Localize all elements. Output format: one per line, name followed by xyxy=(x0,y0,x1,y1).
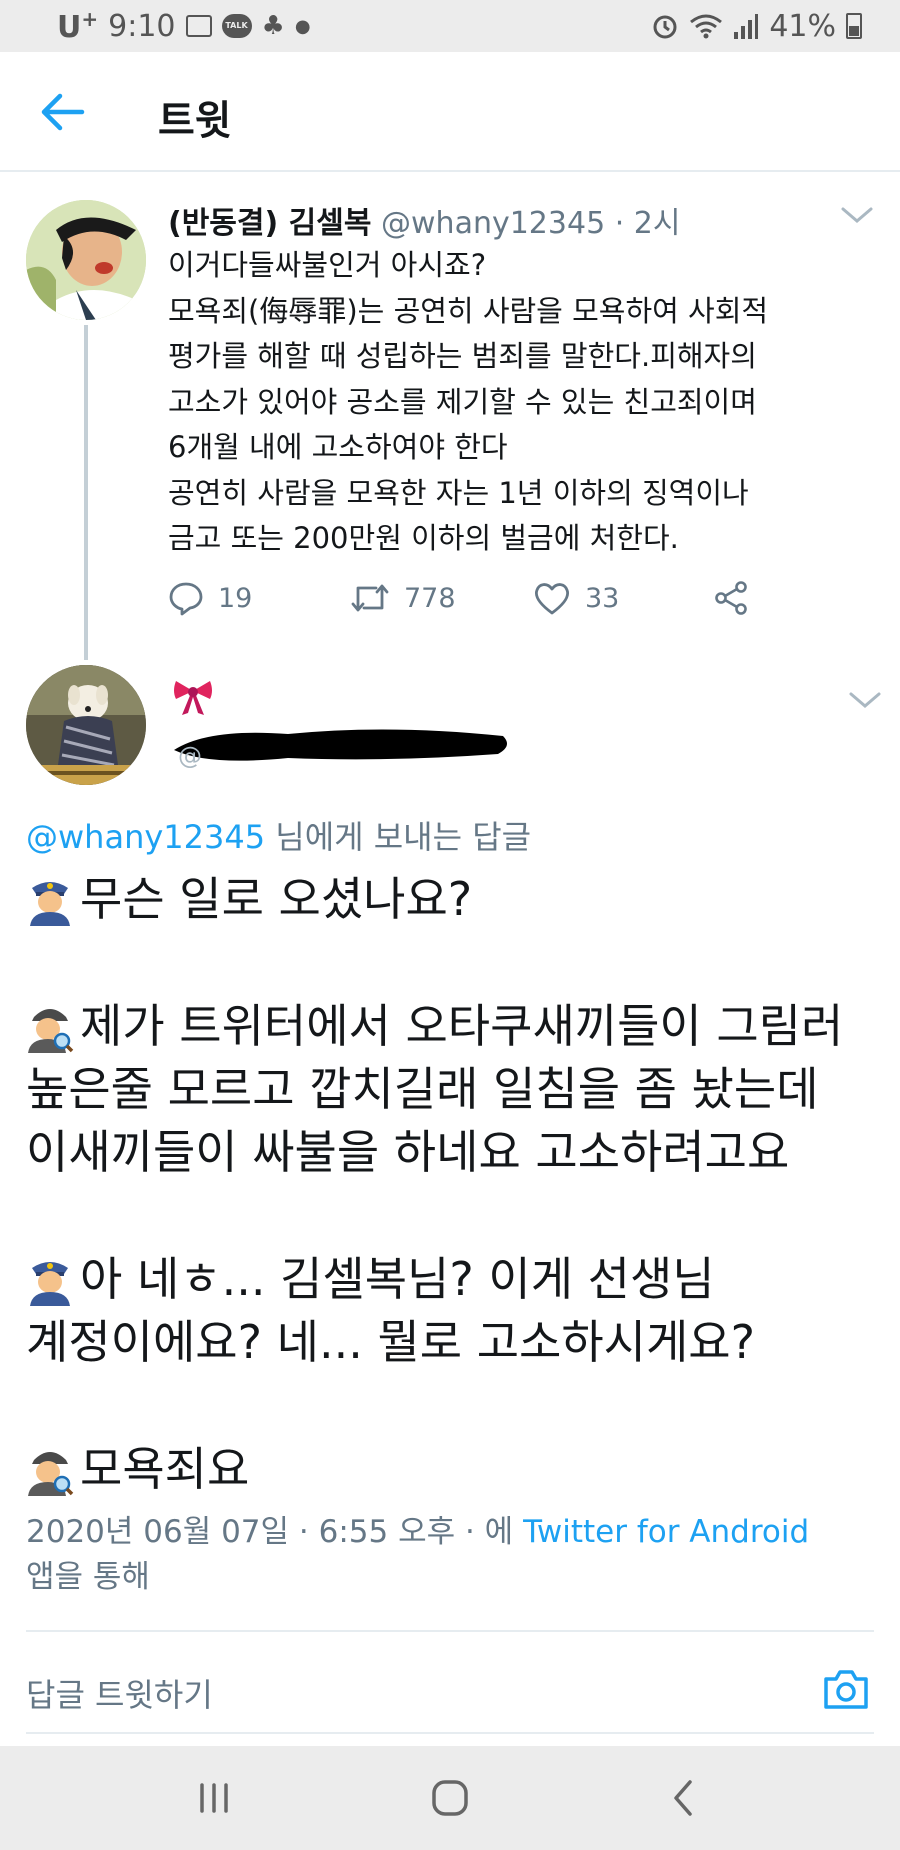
recent-apps-icon[interactable] xyxy=(196,1781,232,1815)
app-bar: 트윗 xyxy=(0,52,900,172)
status-bar-right: 41% xyxy=(651,8,862,44)
tweet-line: 공연히 사람을 모욕한 자는 1년 이하의 징역이나 xyxy=(168,475,749,510)
reply-line-text: 아 네ㅎ... 김셀복님? 이게 선생님 xyxy=(80,1252,715,1306)
display-name[interactable]: (반동결) 김셀복 xyxy=(168,206,371,241)
police-officer-emoji xyxy=(30,881,70,926)
ribbon-emoji xyxy=(174,681,212,715)
reply-line: 제가 트위터에서 오타쿠새끼들이 그림러 xyxy=(26,995,886,1058)
tweet-line: 이거다들싸불인거 아시죠? xyxy=(168,248,487,282)
chevron-down-icon[interactable] xyxy=(848,690,882,710)
alarm-icon xyxy=(653,15,677,39)
svg-text:@: @ xyxy=(178,742,202,768)
back-icon[interactable] xyxy=(668,1778,698,1818)
home-icon[interactable] xyxy=(430,1778,470,1818)
police-officer-emoji xyxy=(30,1261,70,1306)
reply-line-text: 모욕죄요 xyxy=(80,1442,250,1496)
wifi-icon xyxy=(690,14,723,39)
separator: · xyxy=(605,206,634,241)
timestamp-text: 2020년 06월 07일 · 6:55 오후 · 에 xyxy=(26,1514,524,1550)
detective-emoji xyxy=(28,1451,74,1496)
carrier-label: U+ xyxy=(57,7,99,45)
kakaotalk-icon: TALK xyxy=(221,14,252,38)
reply-line-text: 제가 트위터에서 오타쿠새끼들이 그림러 xyxy=(80,999,844,1053)
detective-emoji xyxy=(28,1008,74,1053)
reply-line: 높은줄 모르고 깝치길래 일침을 좀 놨는데 xyxy=(26,1058,886,1121)
replying-to: @whany12345 님에게 보내는 답글 xyxy=(26,812,531,858)
retweet-icon xyxy=(351,584,389,612)
page-title: 트윗 xyxy=(158,98,232,144)
tweet-timestamp: 2020년 06월 07일 · 6:55 오후 · 에 Twitter for … xyxy=(26,1510,886,1600)
reply-button[interactable]: 19 xyxy=(168,575,252,621)
reply-text: 무슨 일로 오셨나요? 제가 트위터에서 오타쿠새끼들이 그림러 높은줄 모르고… xyxy=(26,868,886,1501)
reply-compose-input[interactable]: 답글 트윗하기 xyxy=(26,1670,213,1716)
system-nav-bar xyxy=(0,1746,900,1850)
heart-icon xyxy=(534,583,570,615)
redacted-handle: @ xyxy=(174,729,507,768)
camera-icon[interactable] xyxy=(822,1667,870,1711)
divider xyxy=(26,1732,874,1734)
user-handle[interactable]: @whany12345 xyxy=(381,206,605,241)
back-arrow-icon[interactable] xyxy=(38,90,86,134)
thread-connector xyxy=(84,325,88,660)
image-icon xyxy=(185,15,212,37)
tweet-line: 고소가 있어야 공소를 제기할 수 있는 친고죄이며 xyxy=(168,384,757,419)
retweet-count: 778 xyxy=(404,582,456,614)
divider xyxy=(26,1630,874,1632)
reply-line: 무슨 일로 오셨나요? xyxy=(26,868,886,931)
replying-text: 님에게 보내는 답글 xyxy=(265,818,532,856)
tweet-header: (반동결) 김셀복 @whany12345 · 2시 xyxy=(168,198,680,242)
reply-count: 19 xyxy=(218,582,253,614)
avatar-image xyxy=(26,665,146,785)
tweet-actions: 19 778 33 xyxy=(168,575,768,621)
avatar[interactable] xyxy=(26,200,146,320)
battery-icon xyxy=(846,13,862,39)
replying-mention-link[interactable]: @whany12345 xyxy=(26,818,265,856)
reply-line-text: 무슨 일로 오셨나요? xyxy=(80,872,473,926)
reply-line-text: 이새끼들이 싸불을 하네요 고소하려고요 xyxy=(26,1125,790,1179)
clover-icon: ♣ xyxy=(261,11,285,41)
tweet-text: 이거다들싸불인거 아시죠? 모욕죄(侮辱罪)는 공연히 사람을 모욕하여 사회적… xyxy=(168,243,888,562)
reply-avatar[interactable] xyxy=(26,665,146,785)
like-button[interactable]: 33 xyxy=(533,575,619,621)
reply-line: 아 네ㅎ... 김셀복님? 이게 선생님 xyxy=(26,1248,886,1311)
chevron-down-icon[interactable] xyxy=(840,205,874,225)
tweet-line: 금고 또는 200만원 이하의 벌금에 처한다. xyxy=(168,521,679,555)
tweet-time: 2시 xyxy=(633,206,681,241)
reply-line: 이새끼들이 싸불을 하네요 고소하려고요 xyxy=(26,1121,886,1184)
status-time: 9:10 xyxy=(108,8,176,44)
tweet-line: 모욕죄(侮辱罪)는 공연히 사람을 모욕하여 사회적 xyxy=(168,293,769,328)
share-icon xyxy=(715,581,747,615)
signal-icon xyxy=(734,14,759,39)
reply-line: 모욕죄요 xyxy=(26,1438,886,1501)
retweet-button[interactable]: 778 xyxy=(350,575,456,621)
reply-line-text: 계정이에요? 네... 뭘로 고소하시게요? xyxy=(26,1315,756,1369)
status-bar-left: U+ 9:10 TALK ♣ ● xyxy=(57,7,311,45)
avatar-image xyxy=(26,200,146,320)
tweet-line: 6개월 내에 고소하여야 한다 xyxy=(168,430,508,464)
timestamp-suffix: 앱을 통해 xyxy=(26,1559,150,1595)
tweet-line: 평가를 해할 때 성립하는 범죄를 말한다.피해자의 xyxy=(168,339,757,373)
reply-icon xyxy=(169,582,203,616)
reply-line: 계정이에요? 네... 뭘로 고소하시게요? xyxy=(26,1311,886,1374)
like-count: 33 xyxy=(585,582,620,614)
reply-line-text: 높은줄 모르고 깝치길래 일침을 좀 놨는데 xyxy=(26,1062,819,1116)
battery-percent: 41% xyxy=(769,8,836,44)
dot-icon: ● xyxy=(294,15,311,37)
share-button[interactable] xyxy=(713,575,749,621)
status-bar: U+ 9:10 TALK ♣ ● 41% xyxy=(0,0,900,52)
source-link[interactable]: Twitter for Android xyxy=(523,1514,809,1550)
